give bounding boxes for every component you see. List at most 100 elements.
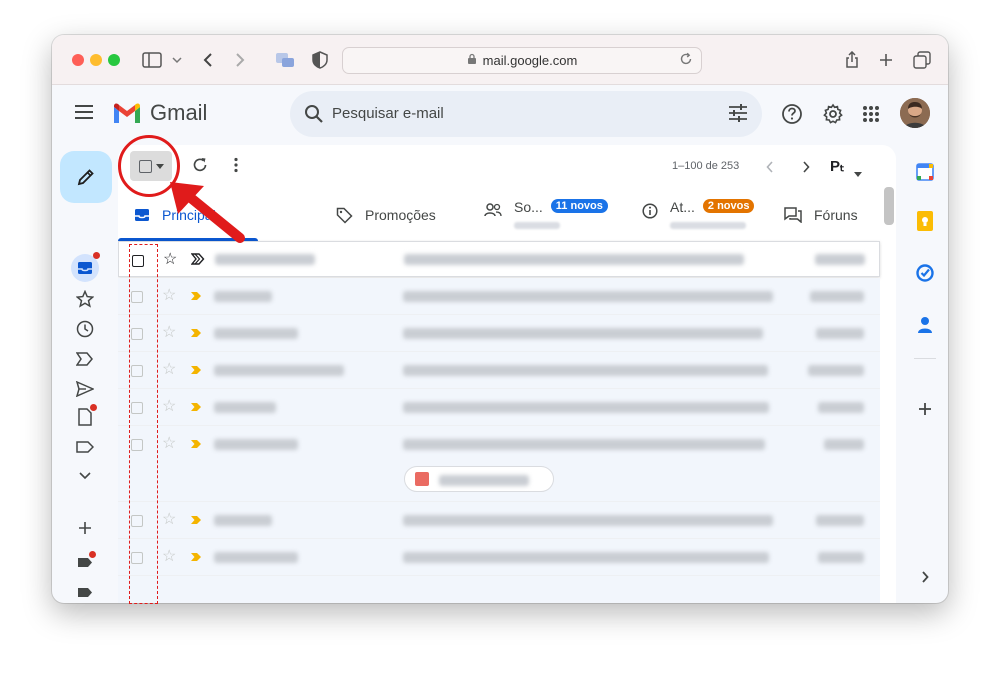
star-icon[interactable]: ☆ [162, 362, 176, 378]
table-row[interactable]: ☆ [118, 389, 880, 426]
address-bar[interactable]: mail.google.com [342, 47, 702, 74]
importance-marker-icon[interactable] [190, 436, 202, 454]
chevron-down-icon[interactable] [165, 48, 189, 72]
sender-redacted [215, 254, 315, 265]
avatar[interactable] [900, 98, 930, 128]
caret-down-icon[interactable] [854, 164, 862, 182]
importance-marker-icon[interactable] [190, 288, 202, 306]
sent-icon[interactable] [74, 378, 96, 400]
search-input[interactable]: Pesquisar e-mail [332, 105, 444, 122]
gmail-logo[interactable]: Gmail [112, 100, 207, 126]
search-bar[interactable]: Pesquisar e-mail [290, 91, 762, 137]
table-row[interactable]: ☆ [118, 278, 880, 315]
star-icon[interactable]: ☆ [163, 252, 177, 268]
attachment-chip[interactable] [404, 466, 554, 492]
inbox-icon[interactable] [71, 252, 100, 282]
star-icon[interactable]: ☆ [162, 512, 176, 528]
pdf-file-icon [415, 472, 429, 486]
pencil-icon [77, 169, 94, 186]
reload-icon[interactable] [679, 52, 693, 69]
input-tools-button[interactable]: Pₜ [830, 157, 844, 175]
sender-redacted [214, 291, 272, 302]
annotation-arrow [170, 182, 245, 243]
sender-redacted [214, 515, 272, 526]
apps-grid-icon[interactable] [862, 105, 880, 128]
table-row[interactable]: ☆ [118, 352, 880, 389]
subject-redacted [403, 365, 768, 376]
close-window-button[interactable] [72, 54, 84, 66]
zoom-window-button[interactable] [108, 54, 120, 66]
compose-button[interactable] [60, 151, 112, 203]
importance-marker-icon[interactable] [190, 325, 202, 343]
get-addons-plus-icon[interactable] [914, 398, 936, 420]
tasks-icon[interactable] [914, 262, 936, 284]
browser-titlebar: mail.google.com [52, 35, 948, 85]
info-icon [642, 203, 658, 219]
tab-label: Fóruns [814, 207, 858, 223]
tab-atualizacoes[interactable]: At... 2 novos [642, 189, 755, 241]
tab-promocoes[interactable]: Promoções [336, 189, 436, 241]
importance-marker-icon[interactable] [190, 362, 202, 380]
label-filled-icon[interactable] [74, 581, 96, 603]
create-label-plus-icon[interactable] [74, 517, 96, 539]
importance-marker-icon[interactable] [190, 512, 202, 530]
sender-redacted [214, 439, 298, 450]
gmail-m-icon [114, 103, 140, 123]
settings-gear-icon[interactable] [822, 103, 844, 130]
show-side-panel-chevron-icon[interactable] [914, 566, 936, 588]
subject-redacted [403, 402, 769, 413]
lock-icon [467, 53, 477, 68]
subject-redacted [403, 439, 765, 450]
newer-chevron-left-icon[interactable] [766, 160, 774, 178]
snoozed-clock-icon[interactable] [74, 318, 96, 340]
star-icon[interactable]: ☆ [162, 288, 176, 304]
minimize-window-button[interactable] [90, 54, 102, 66]
star-icon[interactable]: ☆ [162, 549, 176, 565]
date-redacted [816, 515, 864, 526]
important-icon[interactable] [74, 348, 96, 370]
table-row[interactable]: ☆ [118, 315, 880, 352]
star-icon[interactable]: ☆ [162, 399, 176, 415]
keep-icon[interactable] [914, 210, 936, 232]
starred-icon[interactable] [74, 288, 96, 310]
importance-marker-icon[interactable] [190, 252, 205, 270]
table-row[interactable] [118, 576, 880, 603]
attachment-name-redacted [439, 475, 529, 486]
contacts-icon[interactable] [914, 314, 936, 336]
forward-icon[interactable] [228, 48, 252, 72]
refresh-icon[interactable] [192, 157, 208, 178]
tab-foruns[interactable]: Fóruns [784, 189, 858, 241]
star-icon[interactable]: ☆ [162, 325, 176, 341]
tab-social[interactable]: So... 11 novos [484, 189, 608, 241]
older-chevron-right-icon[interactable] [802, 160, 810, 178]
new-tab-icon[interactable] [874, 48, 898, 72]
search-options-icon[interactable] [728, 104, 748, 127]
star-icon[interactable]: ☆ [162, 436, 176, 452]
date-redacted [824, 439, 864, 450]
share-icon[interactable] [840, 48, 864, 72]
table-row[interactable]: ☆ [118, 539, 880, 576]
annotation-dashed-highlight [129, 244, 158, 604]
subject-redacted [403, 515, 773, 526]
importance-marker-icon[interactable] [190, 549, 202, 567]
shield-icon[interactable] [308, 48, 332, 72]
table-row[interactable]: ☆ [118, 502, 880, 539]
side-panel-divider [914, 358, 936, 359]
search-icon[interactable] [304, 104, 324, 129]
table-row[interactable]: ☆ [118, 426, 880, 502]
back-icon[interactable] [196, 48, 220, 72]
help-icon[interactable] [781, 103, 803, 130]
more-options-icon[interactable] [234, 157, 238, 178]
more-chevron-down-icon[interactable] [74, 465, 96, 487]
extension-icon[interactable] [273, 48, 297, 72]
tab-overview-icon[interactable] [910, 48, 934, 72]
forum-icon [784, 207, 802, 223]
importance-marker-icon[interactable] [190, 399, 202, 417]
scrollbar-thumb[interactable] [884, 187, 894, 225]
calendar-icon[interactable] [914, 161, 936, 183]
hamburger-menu-icon[interactable] [74, 104, 94, 125]
drafts-icon[interactable] [74, 404, 97, 428]
label-icon[interactable] [74, 436, 96, 458]
sidebar-toggle-icon[interactable] [140, 48, 164, 72]
label-filled-icon[interactable] [74, 551, 96, 573]
